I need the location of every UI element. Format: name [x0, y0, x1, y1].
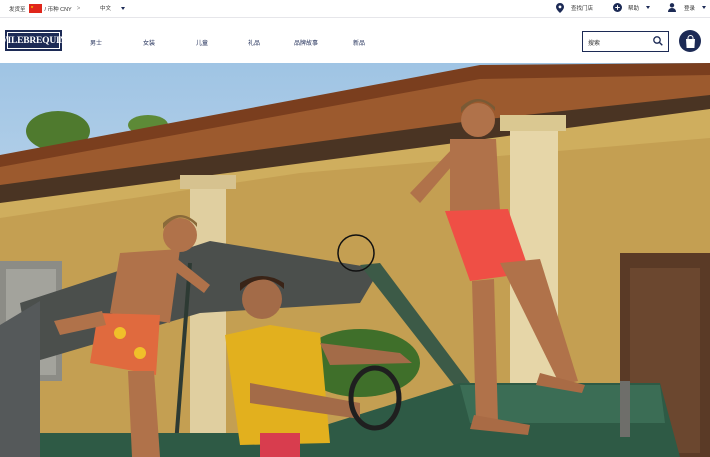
nav-item-new-arrivals[interactable]: 新品: [353, 38, 365, 47]
nav-item-gifts[interactable]: 礼品: [248, 38, 260, 47]
currency-label: / 币种 CNY: [44, 6, 72, 13]
region-selector[interactable]: 发货至 / 币种 CNY >: [9, 4, 82, 13]
plus-circle-icon: [613, 3, 622, 12]
login-menu[interactable]: 登录: [668, 3, 707, 12]
nav-item-men[interactable]: 男士: [90, 38, 102, 47]
search-placeholder: 搜索: [588, 41, 601, 47]
help-caret-icon: [646, 6, 651, 9]
help-label: 帮助: [628, 5, 640, 12]
nav-item-brand-story[interactable]: 品牌故事: [294, 38, 318, 47]
shopping-bag-icon: [685, 34, 695, 48]
hero-banner-image[interactable]: [0, 63, 710, 457]
main-header: VILEBREQUIN 男士 女装 儿童 礼品 品牌故事 新品 搜索: [0, 19, 710, 63]
china-flag-icon: [28, 4, 42, 13]
nav-item-women[interactable]: 女装: [143, 38, 155, 47]
shopping-bag-button[interactable]: [679, 30, 701, 52]
language-label: 中文: [100, 6, 112, 12]
region-chevron-icon: >: [76, 5, 81, 12]
hero-photo: [0, 63, 710, 457]
language-selector[interactable]: 中文: [100, 4, 126, 12]
store-locator-link[interactable]: 查找门店: [556, 3, 593, 13]
login-label: 登录: [684, 5, 696, 12]
top-utility-bar: 发货至 / 币种 CNY > 中文 查找门店 帮助 登录: [0, 0, 710, 18]
user-icon: [668, 3, 676, 12]
search-input[interactable]: 搜索: [582, 31, 669, 52]
nav-item-kids[interactable]: 儿童: [196, 38, 208, 47]
region-label: 发货至: [9, 6, 26, 13]
search-icon[interactable]: [653, 36, 663, 46]
location-pin-icon: [556, 3, 564, 13]
vilebrequin-logo[interactable]: VILEBREQUIN: [1, 30, 66, 51]
help-menu[interactable]: 帮助: [613, 3, 651, 12]
login-caret-icon: [702, 6, 707, 9]
language-caret-icon: [121, 6, 126, 10]
store-locator-label: 查找门店: [571, 6, 594, 12]
